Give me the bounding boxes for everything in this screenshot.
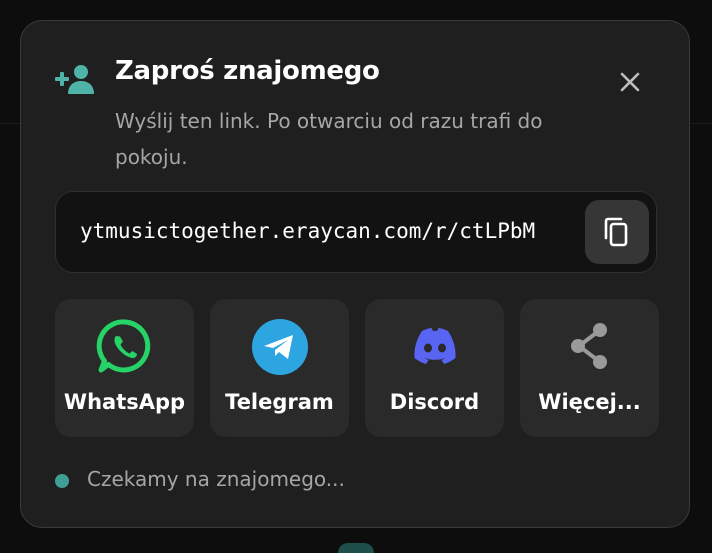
share-discord-button[interactable]: Discord [365, 299, 504, 437]
invite-dialog: Zaproś znajomego Wyślij ten link. Po otw… [20, 20, 690, 528]
share-more-label: Więcej... [538, 390, 641, 414]
copy-link-button[interactable] [585, 200, 649, 264]
close-button[interactable] [615, 67, 645, 97]
close-icon [620, 72, 640, 92]
share-telegram-button[interactable]: Telegram [210, 299, 349, 437]
share-whatsapp-label: WhatsApp [63, 390, 186, 414]
telegram-icon [252, 319, 308, 375]
add-user-icon [55, 65, 94, 94]
share-telegram-label: Telegram [225, 390, 334, 414]
whatsapp-icon [96, 319, 151, 373]
copy-icon [604, 217, 628, 247]
backdrop-element [338, 543, 374, 553]
status-indicator [55, 474, 69, 488]
dialog-subtitle: Wyślij ten link. Po otwarciu od razu tra… [115, 109, 543, 169]
share-more-button[interactable]: Więcej... [520, 299, 659, 437]
share-whatsapp-button[interactable]: WhatsApp [55, 299, 194, 437]
invite-link-box: ytmusictogether.eraycan.com/r/ctLPbM [55, 191, 657, 273]
invite-link-text[interactable]: ytmusictogether.eraycan.com/r/ctLPbM [80, 219, 535, 243]
status-text: Czekamy na znajomego... [87, 467, 345, 491]
dialog-title: Zaproś znajomego [115, 56, 380, 86]
share-icon [571, 323, 607, 369]
discord-icon [414, 328, 456, 364]
share-discord-label: Discord [389, 390, 480, 414]
